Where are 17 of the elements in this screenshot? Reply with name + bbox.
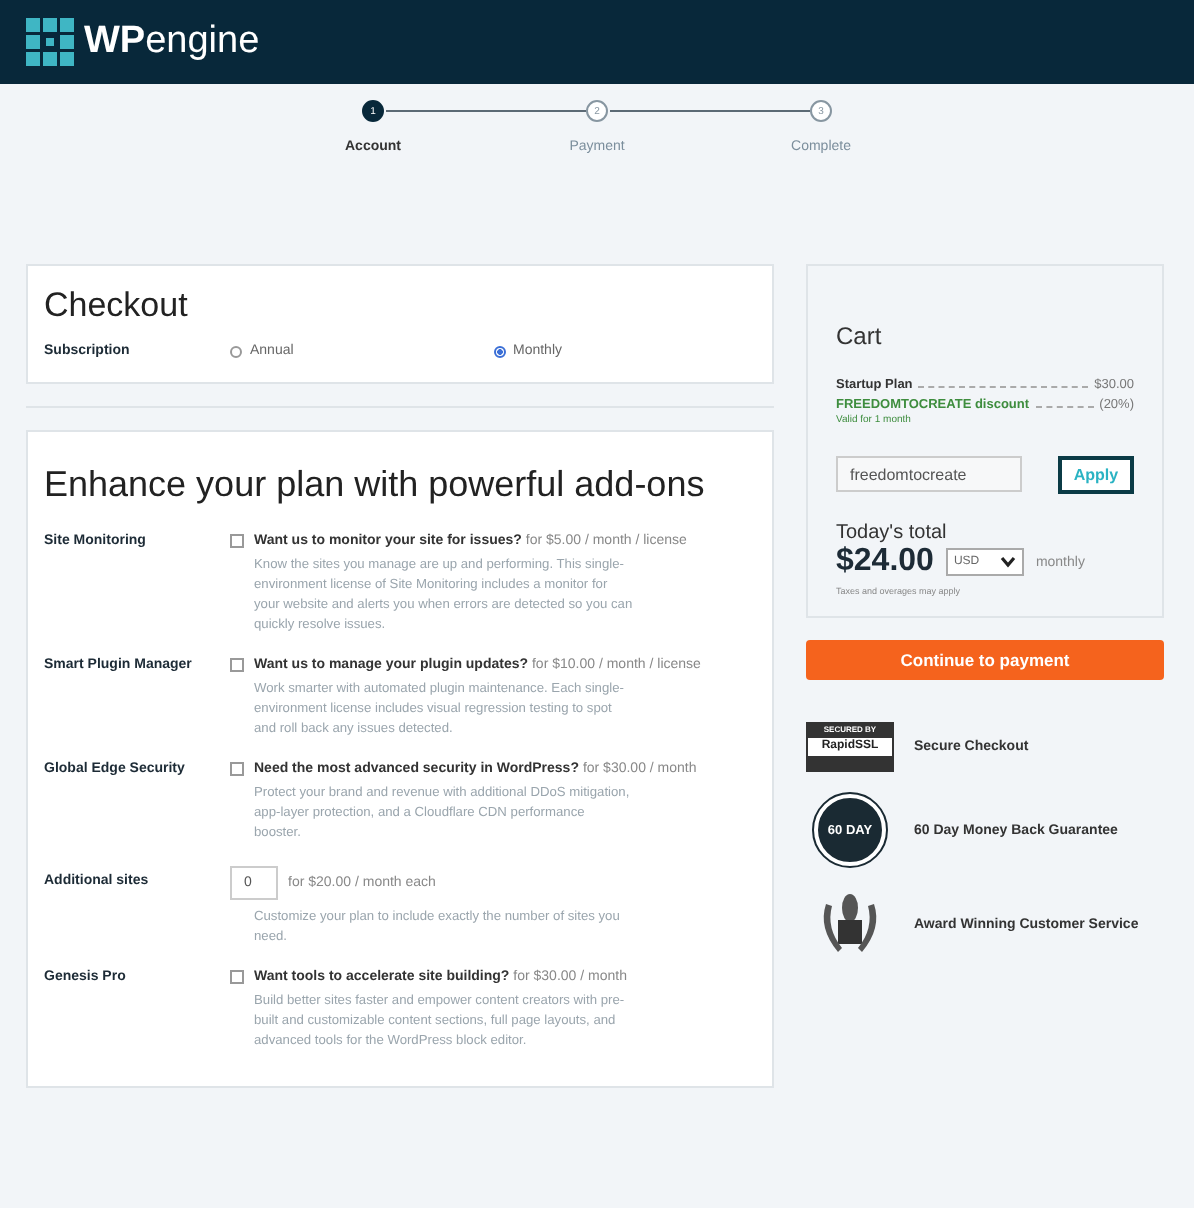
logo-icon [26,18,74,66]
cart-title: Cart [836,322,884,350]
checkbox[interactable] [230,970,244,984]
total-amount: $24.00 [836,544,934,580]
radio-button[interactable] [230,345,242,357]
apply-button[interactable]: Apply [1058,456,1134,494]
total-label: Today's total [836,522,949,544]
continue-button[interactable]: Continue to payment [806,640,1164,680]
checkbox[interactable] [230,762,244,776]
logo-text: WPengine [84,20,260,64]
chevron-down-icon [999,556,1016,568]
checkbox[interactable] [230,658,244,672]
checkout-title: Checkout [44,286,190,326]
checkbox[interactable] [230,534,244,548]
radio-button[interactable] [493,345,505,357]
coupon-field[interactable]: freedomtocreate [836,456,1022,492]
addons-title: Enhance your plan with powerful add-ons [44,464,707,506]
